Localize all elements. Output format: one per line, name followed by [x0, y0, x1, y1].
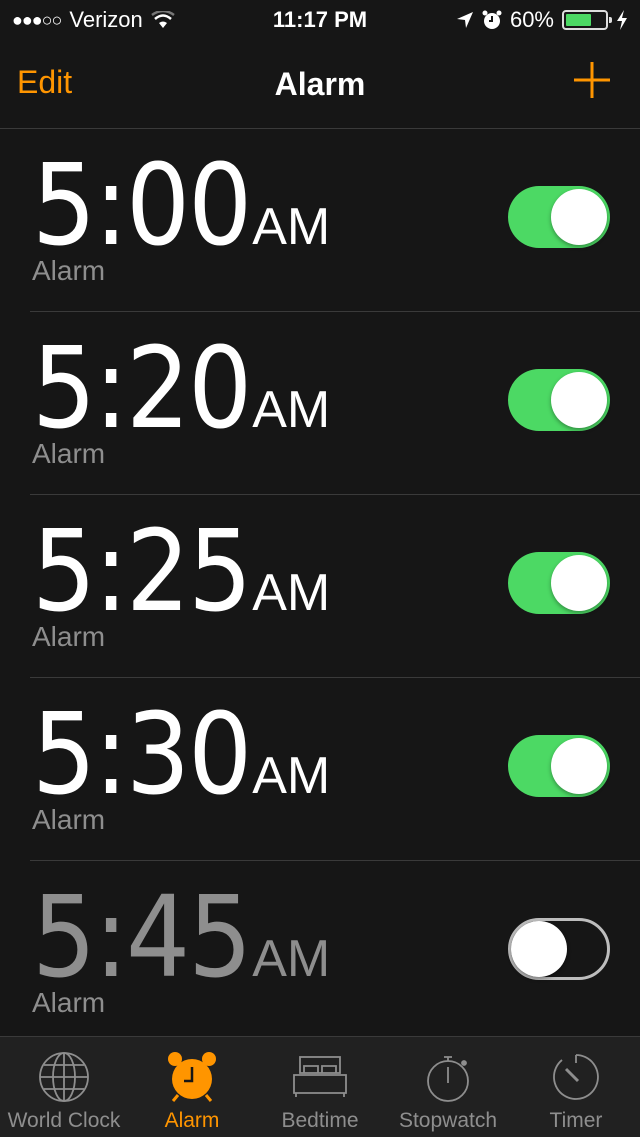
stopwatch-icon [427, 1056, 469, 1102]
tab-label: Timer [549, 1109, 603, 1132]
alarm-toggle[interactable] [508, 552, 610, 614]
tab-label: Stopwatch [398, 1109, 498, 1132]
alarm-label: Alarm [32, 804, 106, 835]
alarm-list: 5:00 AM Alarm 5:20 AM Alarm 5:25 AM Alarm 5… [0, 129, 640, 1043]
alarm-time-value: 5:20 [32, 324, 252, 454]
alarm-time-value: 5:30 [32, 690, 252, 820]
globe-icon [39, 1052, 89, 1102]
alarm-time: 5:20 AM [32, 324, 330, 454]
alarm-period: AM [252, 198, 331, 256]
alarm-row[interactable]: 5:25 AM Alarm [30, 495, 640, 678]
alarm-label: Alarm [32, 255, 106, 286]
plus-icon[interactable] [572, 60, 612, 100]
battery-icon [562, 10, 612, 30]
alarm-time: 5:45 AM [32, 873, 330, 1003]
alarm-row[interactable]: 5:45 AM Alarm [30, 861, 640, 1043]
tab-alarm[interactable]: Alarm [128, 1037, 256, 1137]
alarm-time: 5:25 AM [32, 507, 330, 637]
toggle-knob [551, 189, 607, 245]
alarm-row[interactable]: 5:00 AM Alarm [30, 129, 640, 312]
alarm-period: AM [252, 747, 331, 805]
page-title: Alarm [274, 66, 366, 102]
alarm-toggle[interactable] [508, 186, 610, 248]
tab-label: Alarm [164, 1109, 220, 1132]
timer-icon [553, 1054, 599, 1100]
tab-bedtime[interactable]: Bedtime [256, 1037, 384, 1137]
alarm-toggle[interactable] [508, 369, 610, 431]
tab-world-clock[interactable]: World Clock [0, 1037, 128, 1137]
alarm-label: Alarm [32, 987, 106, 1018]
location-icon [456, 12, 473, 28]
alarm-period: AM [252, 564, 331, 622]
alarm-period: AM [252, 381, 331, 439]
tab-label: Bedtime [281, 1109, 359, 1132]
alarm-time-value: 5:45 [32, 873, 252, 1003]
navigation-bar: Edit Alarm [0, 40, 640, 129]
battery-percent: 60% [509, 7, 554, 32]
tab-timer[interactable]: Timer [512, 1037, 640, 1137]
alarm-toggle[interactable] [508, 735, 610, 797]
alarm-row[interactable]: 5:20 AM Alarm [30, 312, 640, 495]
tab-bar: World Clock Alarm Bedtime Stopwatch Time… [0, 1036, 640, 1137]
toggle-knob [551, 555, 607, 611]
charging-icon [617, 10, 627, 30]
alarm-row[interactable]: 5:30 AM Alarm [30, 678, 640, 861]
toggle-knob [551, 738, 607, 794]
alarm-time: 5:30 AM [32, 690, 330, 820]
toggle-knob [551, 372, 607, 428]
alarm-time-value: 5:25 [32, 507, 252, 637]
tab-stopwatch[interactable]: Stopwatch [384, 1037, 512, 1137]
tab-label: World Clock [7, 1109, 121, 1132]
alarm-toggle[interactable] [508, 918, 610, 980]
toggle-knob [511, 921, 567, 977]
alarm-label: Alarm [32, 438, 106, 469]
alarm-clock-icon [168, 1052, 216, 1102]
alarm-time-value: 5:00 [32, 141, 252, 271]
status-bar: ●●●○○ Verizon 11:17 PM 60% [0, 0, 640, 40]
alarm-icon [482, 10, 502, 29]
alarm-time: 5:00 AM [32, 141, 330, 271]
alarm-label: Alarm [32, 621, 106, 652]
bed-icon [293, 1056, 347, 1097]
alarm-period: AM [252, 930, 331, 988]
